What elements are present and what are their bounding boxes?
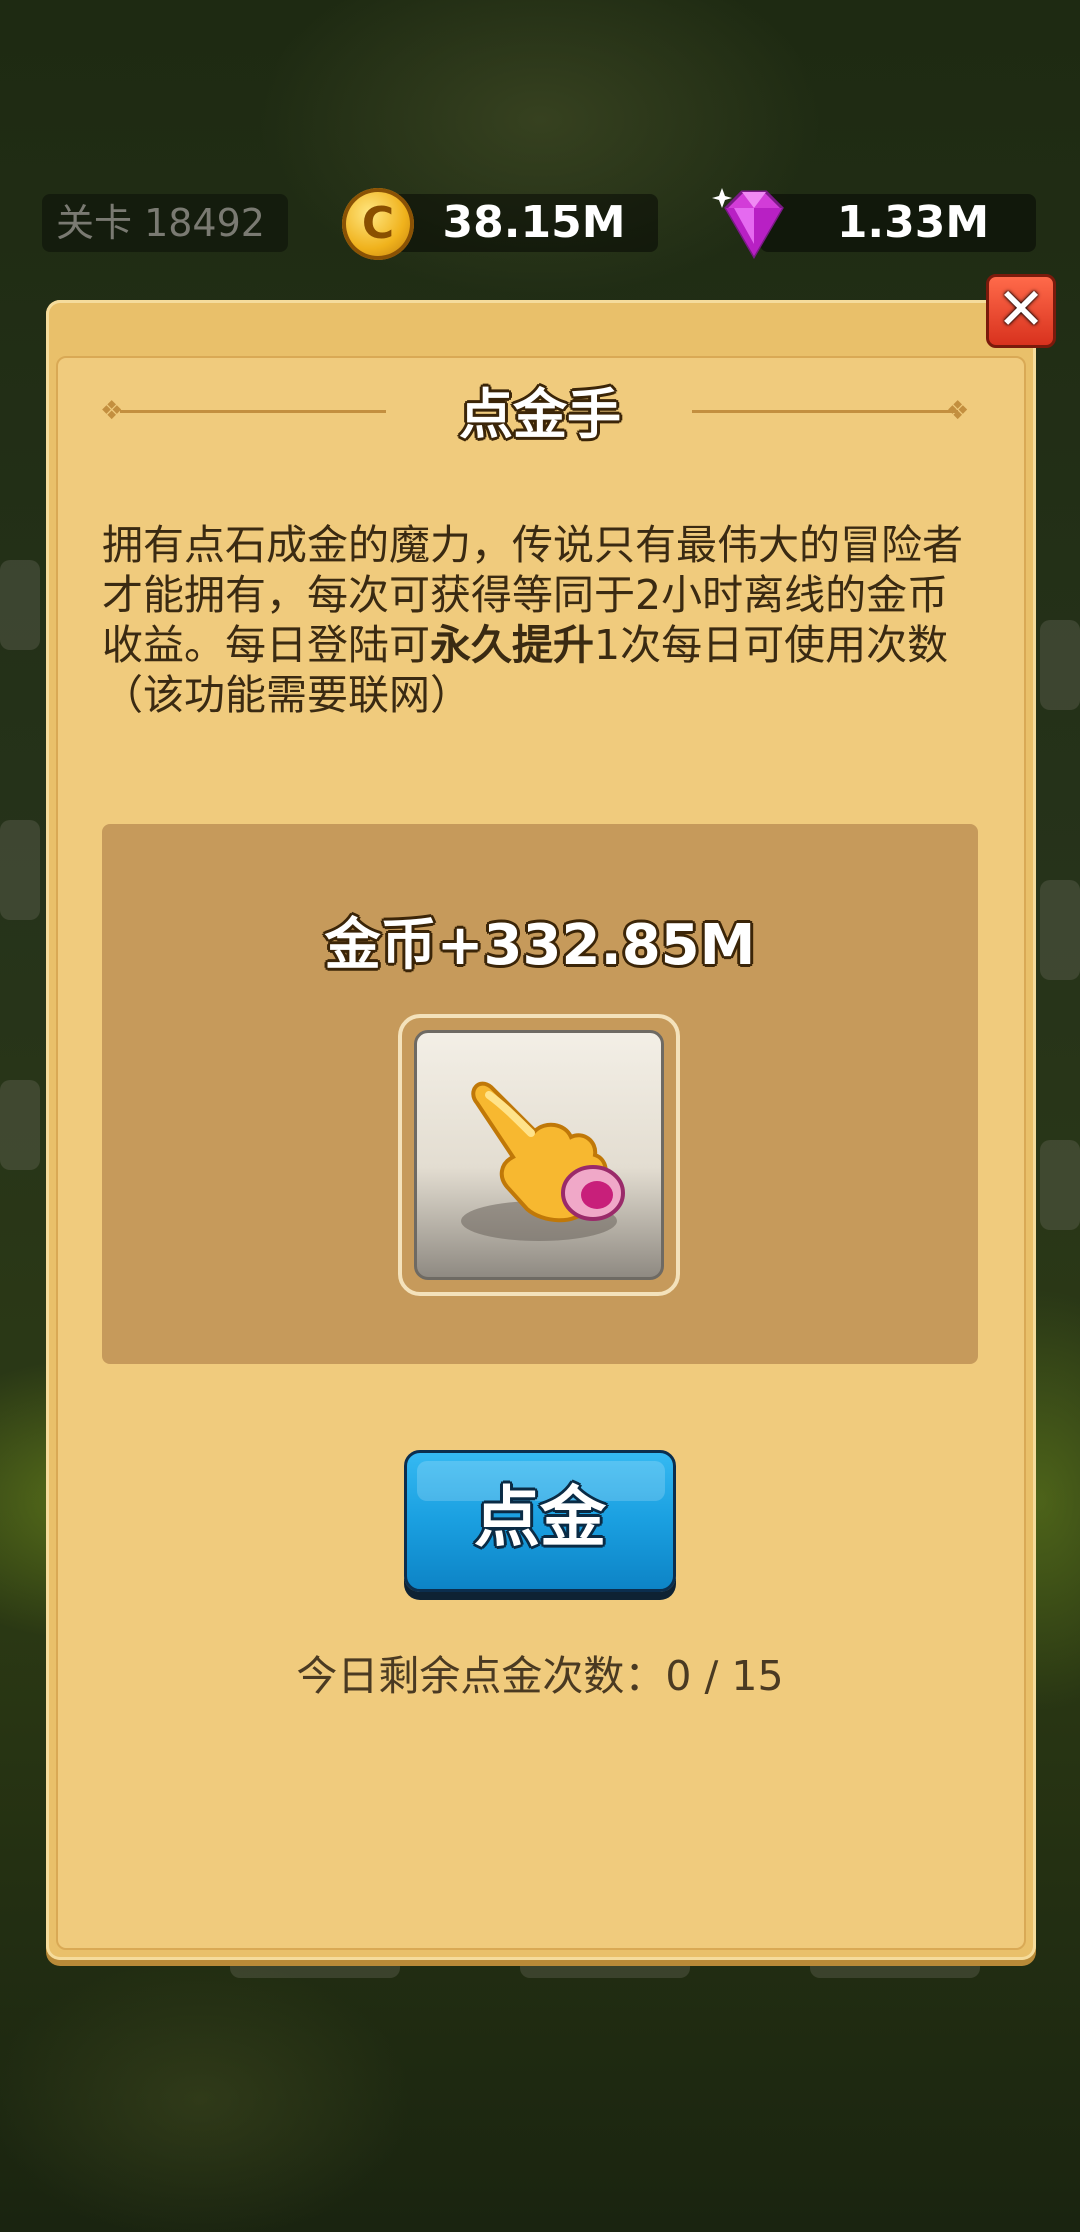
- coin-amount: 38.15M: [442, 197, 626, 248]
- dialog-title: 点金手: [459, 383, 621, 446]
- golden-touch-button[interactable]: 点金: [404, 1450, 676, 1592]
- golden-hand-item: [398, 1014, 680, 1296]
- level-indicator: 关卡 18492: [42, 194, 288, 252]
- gem-amount: 1.33M: [836, 197, 990, 248]
- close-button[interactable]: ✕: [986, 274, 1056, 348]
- close-icon: ✕: [996, 275, 1046, 343]
- remaining-uses-text: 今日剩余点金次数：0 / 15: [296, 1652, 784, 1700]
- pointing-hand-icon: [461, 1081, 625, 1241]
- coin-icon: C: [342, 188, 414, 260]
- dialog-description: 拥有点石成金的魔力，传说只有最伟大的冒险者才能拥有，每次可获得等同于2小时离线的…: [102, 521, 963, 719]
- item-slot: [414, 1030, 664, 1280]
- reward-amount: 金币+332.85M: [324, 913, 756, 978]
- gem-counter: 1.33M: [760, 194, 1036, 252]
- gem-icon: [712, 188, 784, 259]
- coin-counter: 38.15M: [380, 194, 658, 252]
- golden-touch-button-label: 点金: [474, 1479, 606, 1556]
